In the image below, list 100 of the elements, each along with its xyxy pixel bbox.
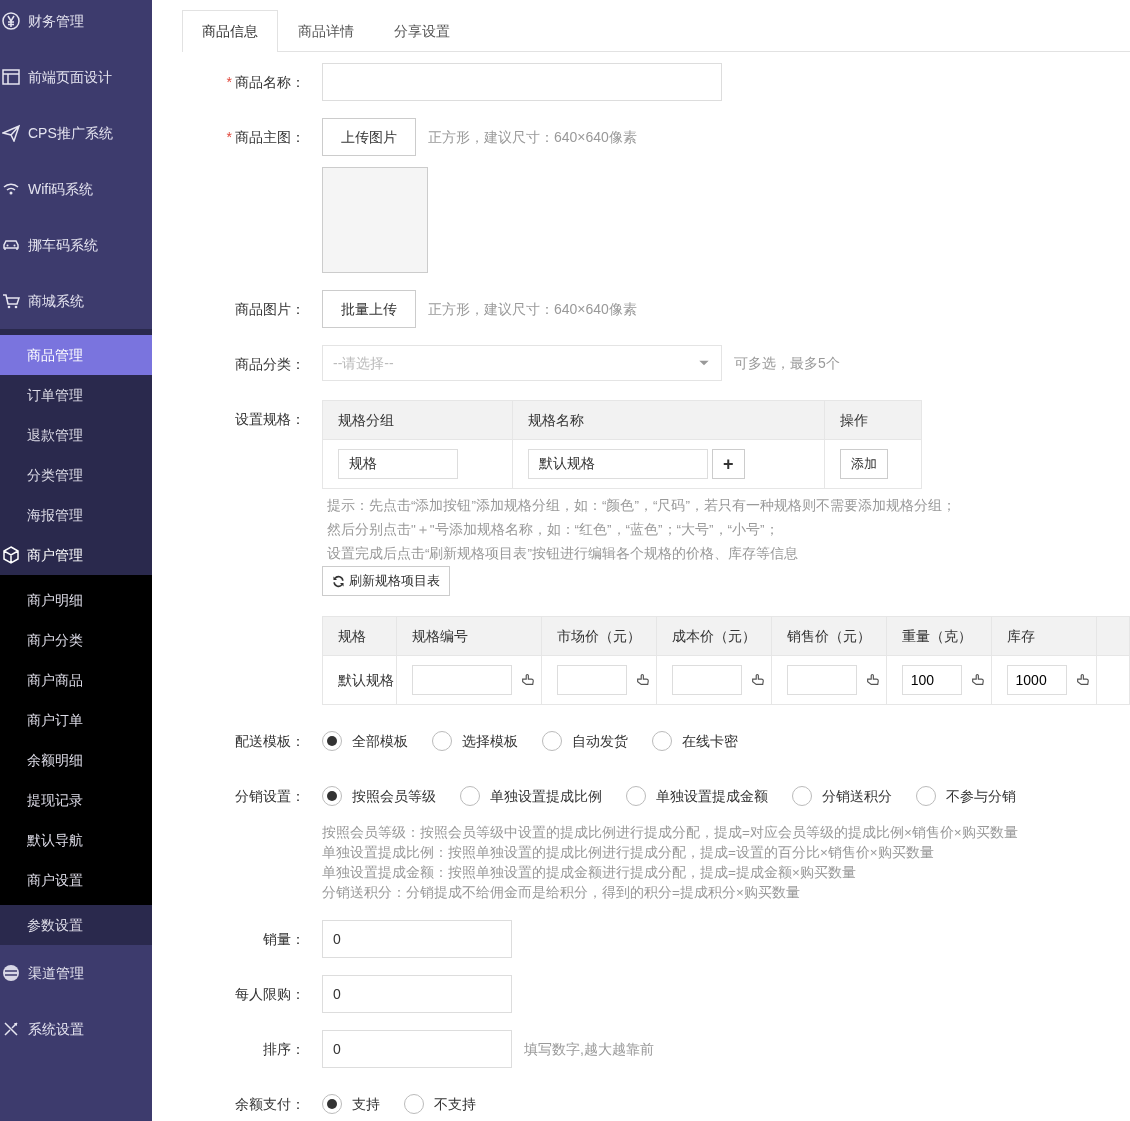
input-field[interactable]: 默认规格 xyxy=(528,449,708,479)
column-header: 规格分组 xyxy=(322,400,513,440)
required-mark: * xyxy=(226,127,232,147)
radio-option[interactable]: 分销送积分 xyxy=(792,785,892,807)
tab[interactable]: 商品详情 xyxy=(278,10,374,51)
hint-text: 填写数字,越大越靠前 xyxy=(524,1039,654,1059)
field-label: 余额支付： xyxy=(235,1094,305,1114)
pointer-icon xyxy=(864,672,881,688)
column-header: 规格名称 xyxy=(512,400,825,440)
refresh-icon xyxy=(332,574,345,588)
tab[interactable]: 分享设置 xyxy=(374,10,470,51)
sidebar-item[interactable]: 商户商品 xyxy=(0,660,152,700)
radio-option[interactable]: 单独设置提成金额 xyxy=(626,785,768,807)
input-field[interactable]: 0 xyxy=(322,975,512,1013)
column-header: 操作 xyxy=(824,400,922,440)
cube-icon xyxy=(2,546,20,564)
input-field[interactable] xyxy=(322,63,722,101)
input-field[interactable] xyxy=(557,665,627,695)
yen-icon xyxy=(2,12,20,30)
input-field[interactable] xyxy=(671,665,742,695)
sidebar-item[interactable]: 财务管理 xyxy=(0,0,152,49)
hint-text: 可多选，最多5个 xyxy=(734,353,840,373)
column-header: 规格 xyxy=(322,616,397,656)
radio-option[interactable]: 支持 xyxy=(322,1093,380,1115)
field-label: 每人限购： xyxy=(235,984,305,1004)
field-label: 商品分类： xyxy=(235,354,305,374)
required-mark: * xyxy=(226,72,232,92)
input-field[interactable]: 1000 xyxy=(1006,665,1067,695)
column-header: 市场价（元） xyxy=(541,616,657,656)
column-header: 规格编号 xyxy=(396,616,542,656)
sidebar-item[interactable]: 商户设置 xyxy=(0,860,152,900)
note-text: 分销送积分：分销提成不给佣金而是给积分，得到的积分=提成积分×购买数量 xyxy=(322,884,801,902)
sidebar-item[interactable]: 商户明细 xyxy=(0,580,152,620)
radio-option[interactable]: 在线卡密 xyxy=(652,730,738,752)
sidebar-item[interactable]: 分类管理 xyxy=(0,455,152,495)
input-field[interactable]: 0 xyxy=(322,1030,512,1068)
sidebar-item[interactable]: 订单管理 xyxy=(0,375,152,415)
hint-text: 正方形，建议尺寸：640×640像素 xyxy=(428,299,637,319)
radio-option[interactable]: 不参与分销 xyxy=(916,785,1016,807)
field-label: 设置规格： xyxy=(235,409,305,429)
field-label: 商品名称： xyxy=(235,72,305,92)
pointer-icon xyxy=(1074,672,1091,688)
column-header: 重量（克） xyxy=(886,616,992,656)
refresh-button[interactable]: 刷新规格项目表 xyxy=(322,566,450,596)
radio-option[interactable]: 全部模板 xyxy=(322,730,408,752)
sidebar-item[interactable]: 商户分类 xyxy=(0,620,152,660)
tip-text: 然后分别点击"＋"号添加规格名称，如：“红色”，“蓝色”；“大号”，“小号”； xyxy=(327,521,780,539)
add-button[interactable]: 添加 xyxy=(840,449,888,479)
note-text: 按照会员等级：按照会员等级中设置的提成比例进行提成分配，提成=对应会员等级的提成比例×销售价×购买数量 xyxy=(322,824,1019,842)
sidebar-item[interactable]: 参数设置 xyxy=(0,905,152,945)
pointer-icon xyxy=(749,672,766,688)
radio-option[interactable]: 不支持 xyxy=(404,1093,476,1115)
radio-option[interactable]: 自动发货 xyxy=(542,730,628,752)
hint-text: 正方形，建议尺寸：640×640像素 xyxy=(428,127,637,147)
input-field[interactable]: 100 xyxy=(901,665,962,695)
sidebar-item[interactable]: 默认导航 xyxy=(0,820,152,860)
radio-option[interactable]: 按照会员等级 xyxy=(322,785,436,807)
sidebar-item[interactable]: 商品管理 xyxy=(0,335,152,375)
field-label: 商品图片： xyxy=(235,299,305,319)
sidebar-item[interactable]: 提现记录 xyxy=(0,780,152,820)
column-header: 销售价（元） xyxy=(771,616,887,656)
upload-button[interactable]: 批量上传 xyxy=(322,290,416,328)
field-label: 分销设置： xyxy=(235,786,305,806)
note-text: 单独设置提成金额：按照单独设置的提成金额进行提成分配，提成=提成金额×购买数量 xyxy=(322,864,857,882)
upload-button[interactable]: 上传图片 xyxy=(322,118,416,156)
sidebar-item[interactable]: CPS推广系统 xyxy=(0,105,152,161)
cart-icon xyxy=(2,292,20,310)
paper-plane-icon xyxy=(2,124,20,142)
radio-option[interactable]: 单独设置提成比例 xyxy=(460,785,602,807)
field-label: 商品主图： xyxy=(235,127,305,147)
sidebar-item[interactable]: Wifi码系统 xyxy=(0,161,152,217)
pointer-icon xyxy=(969,672,986,688)
note-text: 单独设置提成比例：按照单独设置的提成比例进行提成分配，提成=设置的百分比×销售价×购买数量 xyxy=(322,844,935,862)
sidebar-item[interactable]: 退款管理 xyxy=(0,415,152,455)
add-button[interactable]: + xyxy=(712,449,745,479)
input-field[interactable] xyxy=(412,665,513,695)
column-header: 库存 xyxy=(991,616,1097,656)
pointer-icon xyxy=(520,672,537,688)
input-field[interactable]: 0 xyxy=(322,920,512,958)
sidebar-item[interactable]: 商户订单 xyxy=(0,700,152,740)
input-field[interactable] xyxy=(786,665,857,695)
tip-text: 提示：先点击“添加按钮”添加规格分组，如：“颜色”，“尺码”，若只有一种规格则不需要添加规格分组； xyxy=(327,497,957,515)
sidebar-item[interactable]: 商城系统 xyxy=(0,273,152,329)
sidebar-item[interactable]: 前端页面设计 xyxy=(0,49,152,105)
sidebar-item[interactable]: 渠道管理 xyxy=(0,945,152,1001)
tab[interactable]: 商品信息 xyxy=(182,10,278,52)
layout-icon xyxy=(2,68,20,86)
sidebar-item[interactable]: 商户管理 xyxy=(0,535,152,575)
sidebar-item[interactable]: 挪车码系统 xyxy=(0,217,152,273)
field-label: 排序： xyxy=(263,1039,305,1059)
sidebar-item[interactable]: 余额明细 xyxy=(0,740,152,780)
sidebar-item[interactable]: 海报管理 xyxy=(0,495,152,535)
table-cell: 默认规格 xyxy=(322,655,397,705)
pointer-icon xyxy=(635,672,651,688)
radio-option[interactable]: 选择模板 xyxy=(432,730,518,752)
column-header: 成本价（元） xyxy=(656,616,772,656)
input-field[interactable]: 规格 xyxy=(338,449,458,479)
sidebar-item[interactable]: 系统设置 xyxy=(0,1001,152,1057)
field-label: 销量： xyxy=(263,929,305,949)
field-label: 配送模板： xyxy=(235,731,305,751)
